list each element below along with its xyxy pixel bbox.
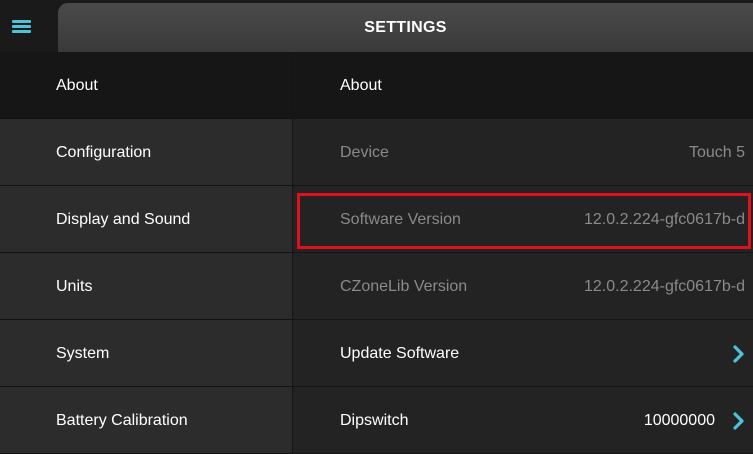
chevron-right-icon[interactable] (732, 345, 746, 363)
title-tab: SETTINGS (58, 3, 753, 52)
device-row: Device Touch 5 (293, 119, 753, 186)
page-title: SETTINGS (364, 18, 447, 36)
sidebar-item-label: About (56, 77, 98, 94)
update-software-label: Update Software (340, 345, 460, 362)
sidebar-item-label: Units (56, 278, 93, 295)
sidebar-item-battery-calibration[interactable]: Battery Calibration (0, 387, 292, 454)
sidebar-item-label: Battery Calibration (56, 412, 188, 429)
software-version-value: 12.0.2.224-gfc0617b-d (583, 211, 745, 228)
hamburger-menu-icon[interactable] (12, 20, 31, 34)
top-bar: SETTINGS (0, 0, 753, 52)
software-version-label: Software Version (340, 211, 461, 228)
software-version-row: Software Version 12.0.2.224-gfc0617b-d (293, 186, 753, 253)
about-panel: About Device Touch 5 Software Version 12… (293, 52, 753, 454)
section-header: About (293, 52, 753, 119)
czonelib-version-value: 12.0.2.224-gfc0617b-d (583, 278, 745, 295)
dipswitch-label: Dipswitch (340, 412, 409, 429)
menu-button[interactable] (0, 0, 58, 52)
czonelib-version-label: CZoneLib Version (340, 278, 468, 295)
device-label: Device (340, 144, 389, 161)
dipswitch-value: 10000000 (643, 412, 715, 429)
settings-sidebar: About Configuration Display and Sound Un… (0, 52, 292, 454)
sidebar-item-label: System (56, 345, 110, 362)
update-software-row[interactable]: Update Software (293, 320, 753, 387)
chevron-right-icon[interactable] (732, 412, 746, 430)
sidebar-item-display-and-sound[interactable]: Display and Sound (0, 186, 292, 253)
sidebar-item-label: Configuration (56, 144, 152, 161)
sidebar-item-configuration[interactable]: Configuration (0, 119, 292, 186)
device-value: Touch 5 (688, 144, 745, 161)
sidebar-item-label: Display and Sound (56, 211, 191, 228)
sidebar-item-about[interactable]: About (0, 52, 292, 119)
czonelib-version-row: CZoneLib Version 12.0.2.224-gfc0617b-d (293, 253, 753, 320)
sidebar-item-units[interactable]: Units (0, 253, 292, 320)
section-title: About (340, 77, 382, 94)
sidebar-item-system[interactable]: System (0, 320, 292, 387)
dipswitch-row[interactable]: Dipswitch 10000000 (293, 387, 753, 454)
